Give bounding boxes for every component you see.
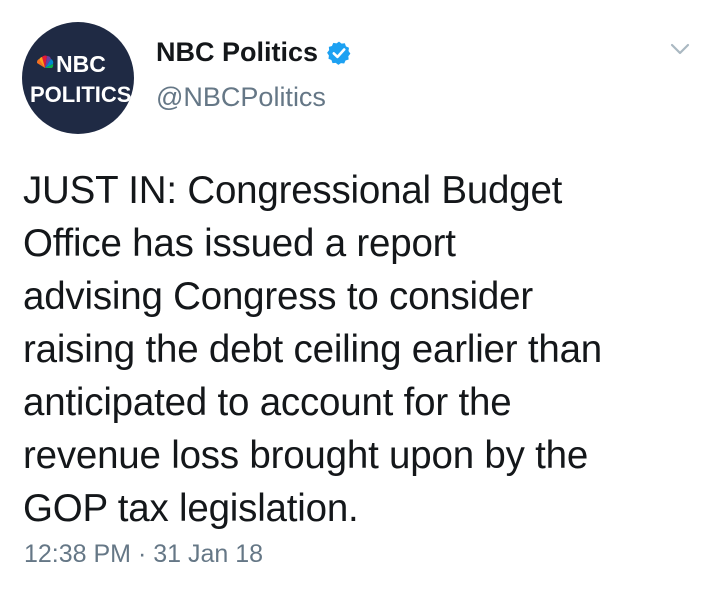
author-handle[interactable]: @NBCPolitics — [156, 82, 326, 113]
author-name[interactable]: NBC Politics — [156, 37, 318, 68]
author-name-row[interactable]: NBC Politics — [156, 37, 352, 68]
avatar[interactable]: NBC POLITICS — [22, 22, 134, 134]
svg-text:POLITICS: POLITICS — [30, 82, 131, 107]
chevron-down-icon[interactable] — [667, 36, 693, 62]
svg-text:NBC: NBC — [56, 51, 106, 77]
nbc-politics-logo: NBC POLITICS — [30, 51, 131, 107]
tweet-time: 12:38 PM — [24, 540, 132, 568]
tweet-text: JUST IN: Congressional Budget Office has… — [23, 169, 603, 530]
tweet-date: 31 Jan 18 — [153, 540, 264, 568]
timestamp-separator: · — [131, 540, 154, 568]
tweet-timestamp[interactable]: 12:38 PM · 31 Jan 18 — [24, 540, 263, 569]
tweet-card: NBC POLITICS NBC Politics @NBCPolitics J… — [0, 0, 713, 598]
verified-badge-icon — [326, 40, 352, 66]
